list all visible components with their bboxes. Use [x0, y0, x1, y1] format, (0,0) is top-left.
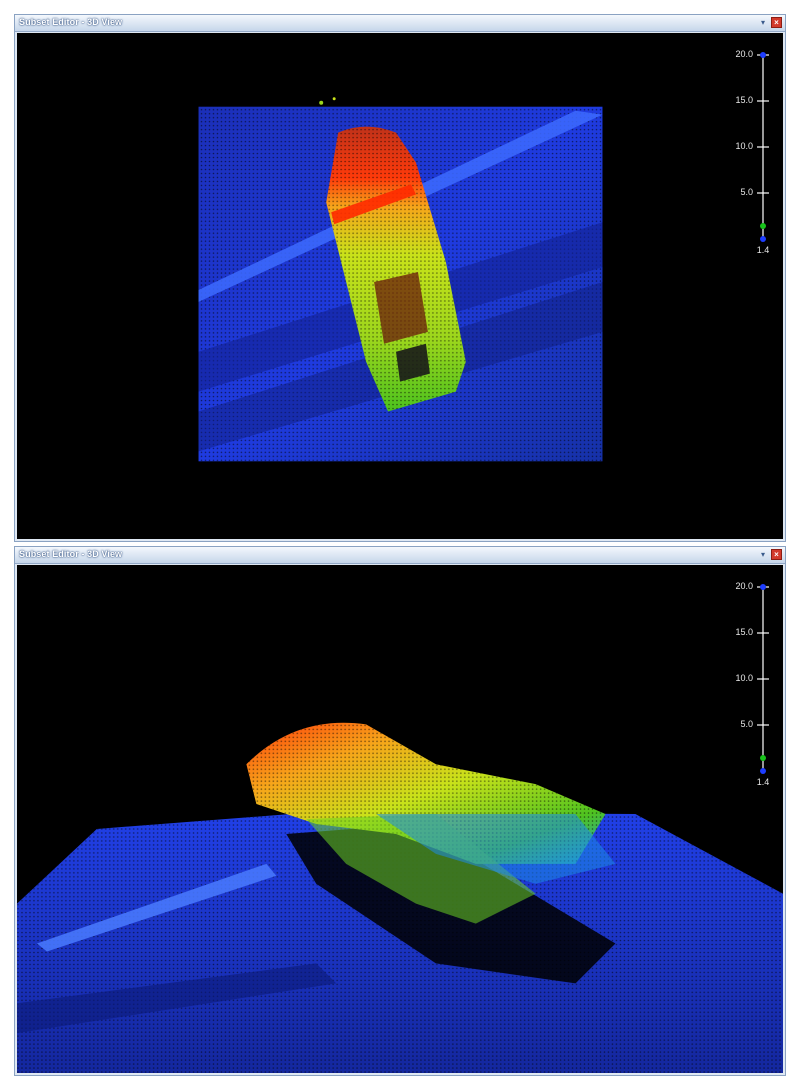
- pin-icon[interactable]: ▾: [758, 550, 768, 560]
- subset-editor-3d-view-window-bottom: Subset Editor - 3D View ▾ × 20.0 15.0 10…: [14, 546, 786, 1076]
- window-titlebar[interactable]: Subset Editor - 3D View ▾ ×: [15, 15, 785, 32]
- point-cloud-scene-top: [198, 97, 603, 462]
- pin-icon[interactable]: ▾: [758, 18, 768, 28]
- window-titlebar[interactable]: Subset Editor - 3D View ▾ ×: [15, 547, 785, 564]
- scale-tick-label: 15.0: [735, 95, 753, 105]
- window-title: Subset Editor - 3D View: [19, 549, 123, 559]
- point-cloud-scene-bottom: [17, 722, 783, 1073]
- scale-tick-label: 20.0: [735, 49, 753, 59]
- 3d-viewport[interactable]: 20.0 15.0 10.0 5.0 1.4: [17, 33, 783, 539]
- scale-min-label: 1.4: [756, 245, 770, 255]
- close-icon[interactable]: ×: [771, 549, 782, 560]
- 3d-viewport[interactable]: 20.0 15.0 10.0 5.0 1.4: [17, 565, 783, 1073]
- scale-tick-label: 5.0: [740, 187, 753, 197]
- scale-tick-label: 10.0: [735, 141, 753, 151]
- depth-color-scale: 20.0 15.0 10.0 5.0 1.4: [715, 43, 775, 263]
- close-icon[interactable]: ×: [771, 17, 782, 28]
- scale-tick-label: 5.0: [740, 719, 753, 729]
- scale-tick-label: 15.0: [735, 627, 753, 637]
- scale-tick-label: 20.0: [735, 581, 753, 591]
- depth-color-scale: 20.0 15.0 10.0 5.0 1.4: [715, 575, 775, 795]
- scale-tick-label: 10.0: [735, 673, 753, 683]
- window-title: Subset Editor - 3D View: [19, 17, 123, 27]
- scale-min-label: 1.4: [756, 777, 770, 787]
- subset-editor-3d-view-window-top: Subset Editor - 3D View ▾ × 20.0 15.0 10…: [14, 14, 786, 542]
